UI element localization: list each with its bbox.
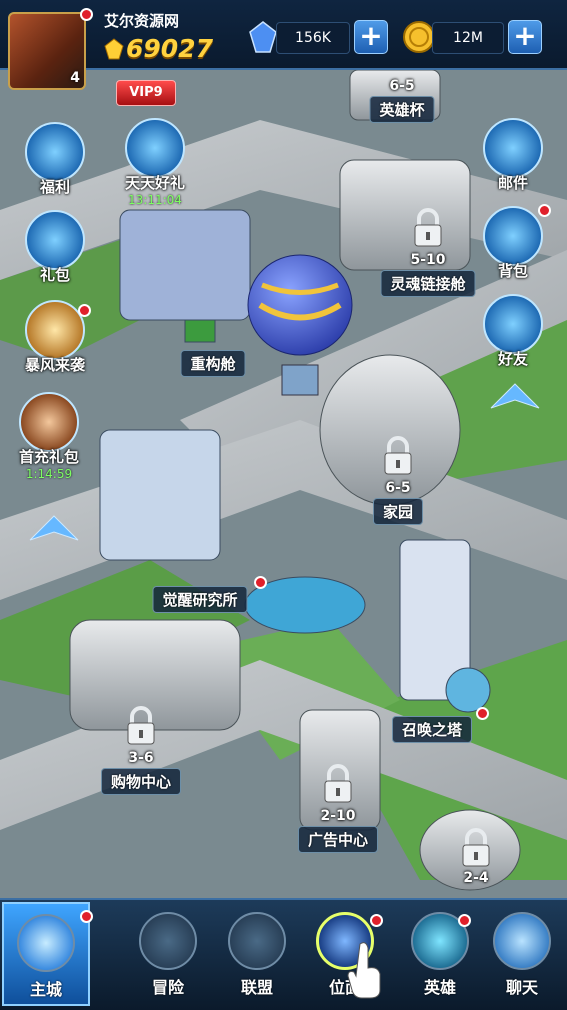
daily-gift-label: 天天好礼 bbox=[124, 174, 185, 192]
player-name: 艾尔资源网 bbox=[104, 12, 180, 30]
building-level: 6-5 bbox=[385, 480, 411, 496]
building-name: 召唤之塔 bbox=[391, 716, 473, 743]
tab-main-city[interactable]: 主城 bbox=[2, 902, 90, 1006]
building-level: 5-10 bbox=[410, 252, 446, 268]
gold-amount: 12M bbox=[432, 22, 504, 54]
building-soul-link[interactable]: 5-10 灵魂链接舱 bbox=[380, 252, 476, 297]
building-level: 2-10 bbox=[320, 808, 356, 824]
mail-button[interactable]: 邮件 bbox=[478, 118, 548, 193]
building-shopping-mall[interactable]: 3-6 购物中心 bbox=[100, 750, 182, 795]
awakening-notification-dot bbox=[254, 576, 267, 589]
lock-icon bbox=[384, 436, 412, 475]
first-recharge-timer: 1:14:59 bbox=[25, 467, 73, 481]
mail-label: 邮件 bbox=[497, 174, 528, 192]
building-home[interactable]: 6-5 家园 bbox=[372, 480, 424, 525]
storm-event-notification-dot bbox=[78, 304, 91, 317]
building-level: 6-5 bbox=[389, 78, 415, 94]
tab-label: 联盟 bbox=[240, 978, 273, 997]
tab-label: 冒险 bbox=[151, 978, 184, 997]
storm-hero-icon bbox=[25, 300, 85, 360]
gold-coin-icon bbox=[402, 20, 436, 54]
lock-icon bbox=[462, 828, 490, 867]
building-name: 重构舱 bbox=[180, 350, 246, 377]
backpack-notification-dot bbox=[538, 204, 551, 217]
tab-label: 英雄 bbox=[423, 978, 456, 997]
building-unnamed-locked[interactable]: 2-4 bbox=[463, 870, 488, 888]
lock-icon bbox=[414, 208, 442, 247]
building-name: 觉醒研究所 bbox=[152, 586, 248, 613]
vip-badge[interactable]: VIP9 bbox=[116, 80, 176, 106]
welfare-label: 福利 bbox=[39, 178, 70, 196]
welfare-button[interactable]: 福利 bbox=[20, 122, 90, 197]
building-name: 家园 bbox=[372, 498, 424, 525]
tab-alliance[interactable]: 联盟 bbox=[213, 902, 301, 1006]
daily-gift-button[interactable]: 天天好礼 13:11:04 bbox=[120, 118, 190, 207]
gift-box-icon bbox=[25, 210, 85, 270]
friends-icon bbox=[483, 294, 543, 354]
scroll-up-right-icon[interactable] bbox=[489, 382, 541, 410]
gems-amount: 156K bbox=[276, 22, 350, 54]
daily-gift-icon bbox=[125, 118, 185, 178]
backpack-button[interactable]: 背包 bbox=[478, 206, 548, 281]
tab-hero[interactable]: 英雄 bbox=[396, 902, 484, 1006]
lock-icon bbox=[139, 912, 197, 970]
tab-label: 聊天 bbox=[505, 978, 538, 997]
chat-bubble-icon bbox=[493, 912, 551, 970]
power-score: 69027 bbox=[126, 34, 213, 63]
building-rebuild-cabin[interactable]: 重构舱 bbox=[180, 350, 246, 377]
avatar-level: 4 bbox=[70, 70, 80, 86]
lock-icon bbox=[228, 912, 286, 970]
building-name: 广告中心 bbox=[297, 826, 379, 853]
building-name: 灵魂链接舱 bbox=[380, 270, 476, 297]
gift-pack-label: 礼包 bbox=[39, 266, 70, 284]
score-icon bbox=[104, 38, 124, 60]
avatar-notification-dot bbox=[80, 8, 93, 21]
backpack-icon bbox=[483, 206, 543, 266]
add-gold-button[interactable]: + bbox=[508, 20, 542, 54]
tab-main-city-notification-dot bbox=[80, 910, 93, 923]
tab-hero-notification-dot bbox=[458, 914, 471, 927]
gift-pack-button[interactable]: 礼包 bbox=[20, 210, 90, 285]
player-avatar[interactable]: 4 bbox=[8, 12, 86, 90]
tab-adventure[interactable]: 冒险 bbox=[124, 902, 212, 1006]
backpack-label: 背包 bbox=[497, 262, 528, 280]
tab-plane-notification-dot bbox=[370, 914, 383, 927]
friends-label: 好友 bbox=[497, 350, 528, 368]
summon-notification-dot bbox=[476, 707, 489, 720]
building-awakening-institute[interactable]: 觉醒研究所 bbox=[152, 586, 248, 613]
friends-button[interactable]: 好友 bbox=[478, 294, 548, 369]
welfare-icon bbox=[25, 122, 85, 182]
gem-icon bbox=[248, 20, 278, 54]
tab-chat[interactable]: 聊天 bbox=[478, 902, 566, 1006]
mail-icon bbox=[483, 118, 543, 178]
building-name: 英雄杯 bbox=[369, 96, 435, 123]
building-hero-cup[interactable]: 6-5 英雄杯 bbox=[369, 78, 435, 123]
lock-icon bbox=[324, 764, 352, 803]
add-gems-button[interactable]: + bbox=[354, 20, 388, 54]
tap-hand-icon bbox=[346, 940, 386, 1000]
building-level: 3-6 bbox=[128, 750, 154, 766]
building-level: 2-4 bbox=[463, 870, 489, 886]
storm-event-label: 暴风来袭 bbox=[24, 356, 85, 374]
building-name: 购物中心 bbox=[100, 768, 182, 795]
tab-label: 主城 bbox=[29, 980, 62, 999]
first-recharge-hero-icon bbox=[19, 392, 79, 452]
daily-gift-timer: 13:11:04 bbox=[128, 193, 182, 207]
city-tower-icon bbox=[17, 914, 75, 972]
lock-icon bbox=[127, 706, 155, 745]
first-recharge-button[interactable]: 首充礼包 1:14:59 bbox=[14, 392, 84, 481]
building-ad-center[interactable]: 2-10 广告中心 bbox=[297, 808, 379, 853]
scroll-up-left-icon[interactable] bbox=[28, 514, 80, 542]
first-recharge-label: 首充礼包 bbox=[18, 448, 79, 466]
building-summon-tower[interactable]: 召唤之塔 bbox=[391, 716, 473, 743]
